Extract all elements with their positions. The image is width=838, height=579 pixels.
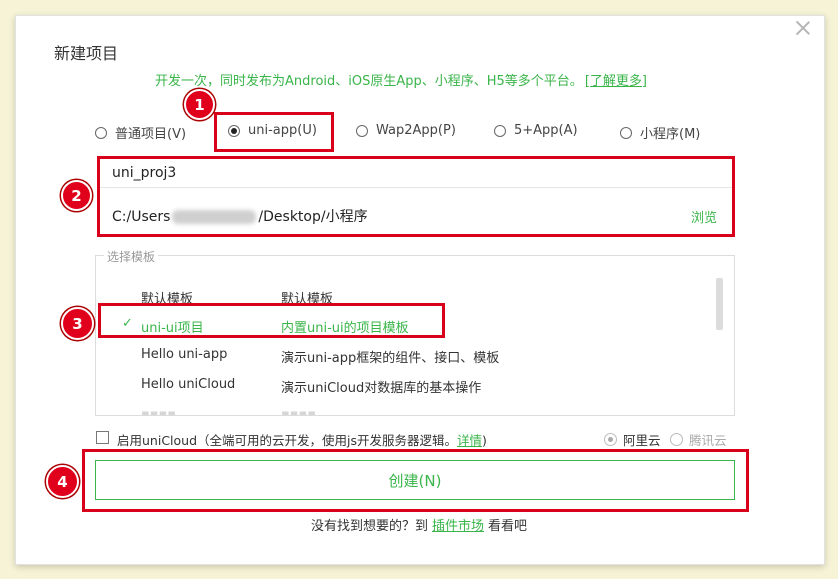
template-desc: 内置uni-ui的项目模板	[281, 321, 409, 336]
radio-circle-icon	[670, 433, 683, 446]
template-name: ▪▪▪▪	[141, 407, 177, 416]
blurred-username	[172, 210, 257, 224]
template-desc: 演示uniCloud对数据库的基本操作	[281, 381, 482, 396]
dialog-title: 新建项目	[54, 44, 119, 63]
radio-tencent-cloud[interactable]: 腾讯云	[670, 430, 727, 449]
radio-label: 小程序(M)	[640, 127, 701, 142]
radio-5plus-app[interactable]: 5+App(A)	[494, 123, 578, 138]
project-type-group: 普通项目(V) uni-app(U) Wap2App(P) 5+App(A) 小…	[0, 123, 838, 143]
annotation-badge-4: 4	[46, 465, 79, 498]
close-icon[interactable]	[795, 20, 811, 36]
template-name: uni-ui项目	[141, 321, 204, 336]
project-path-field[interactable]: C:/Users/Desktop/小程序 浏览	[98, 202, 733, 230]
radio-mini-program[interactable]: 小程序(M)	[620, 123, 700, 142]
template-desc: ▪▪▪▪	[281, 407, 317, 416]
unicloud-details-link[interactable]: 详情	[457, 433, 482, 448]
unicloud-row: 启用uniCloud（全端可用的云开发，使用js开发服务器逻辑。详情) 阿里云 …	[96, 430, 736, 448]
annotation-badge-3: 3	[61, 307, 94, 340]
template-desc: 演示uni-app框架的组件、接口、模板	[281, 351, 500, 366]
template-row-hello-unicloud[interactable]: Hello uniCloud 演示uniCloud对数据库的基本操作	[96, 373, 716, 397]
unicloud-label: 启用uniCloud（全端可用的云开发，使用js开发服务器逻辑。详情)	[117, 430, 487, 449]
radio-label: 5+App(A)	[514, 123, 578, 138]
radio-label: 普通项目(V)	[115, 127, 187, 142]
radio-label: uni-app(U)	[248, 123, 317, 138]
radio-aliyun[interactable]: 阿里云	[604, 430, 661, 449]
annotation-badge-2: 2	[61, 180, 92, 211]
radio-wap2app[interactable]: Wap2App(P)	[356, 123, 456, 138]
template-row-default[interactable]: 默认模板 默认模板	[96, 284, 716, 308]
template-list: 默认模板 默认模板 ✓ uni-ui项目 内置uni-ui的项目模板 Hello…	[95, 255, 735, 416]
create-button[interactable]: 创建(N)	[95, 460, 735, 500]
footer-prefix: 没有找到想要的？到	[310, 519, 428, 534]
path-prefix: C:/Users	[112, 209, 171, 225]
template-scrollbar[interactable]	[716, 278, 723, 330]
radio-circle-icon	[620, 126, 632, 139]
dialog-subtitle: 开发一次，同时发布为Android、iOS原生App、小程序、H5等多个平台。[…	[155, 70, 647, 89]
plugin-market-link[interactable]: 插件市场	[432, 519, 484, 534]
learn-more-link[interactable]: [了解更多]	[585, 74, 647, 89]
template-desc: 默认模板	[281, 292, 334, 307]
checkmark-icon: ✓	[122, 316, 133, 331]
unicloud-close-paren: )	[482, 433, 487, 448]
template-row-hello-uni-app[interactable]: Hello uni-app 演示uni-app框架的组件、接口、模板	[96, 343, 716, 367]
template-name: 默认模板	[141, 292, 194, 307]
template-legend: 选择模板	[104, 248, 159, 265]
radio-circle-icon	[356, 124, 368, 137]
radio-normal-project[interactable]: 普通项目(V)	[95, 123, 186, 142]
radio-label: 阿里云	[623, 433, 661, 448]
radio-label: Wap2App(P)	[376, 123, 456, 138]
footer-hint: 没有找到想要的？到 插件市场 看看吧	[0, 515, 838, 534]
template-row-uni-ui[interactable]: ✓ uni-ui项目 内置uni-ui的项目模板	[96, 313, 716, 337]
radio-uni-app[interactable]: uni-app(U)	[228, 123, 317, 138]
template-name: Hello uni-app	[141, 347, 228, 362]
footer-suffix: 看看吧	[488, 519, 528, 534]
path-suffix: /Desktop/小程序	[258, 209, 368, 225]
browse-button[interactable]: 浏览	[691, 207, 717, 226]
radio-label: 腾讯云	[689, 433, 727, 448]
annotation-badge-1: 1	[184, 89, 215, 120]
unicloud-label-text: 启用uniCloud（全端可用的云开发，使用js开发服务器逻辑。	[117, 433, 458, 448]
radio-circle-icon	[494, 124, 506, 137]
radio-circle-icon	[95, 126, 107, 139]
radio-circle-icon	[604, 433, 617, 446]
project-path-text: C:/Users/Desktop/小程序	[112, 206, 368, 226]
project-name-input[interactable]	[98, 158, 733, 188]
unicloud-checkbox[interactable]	[96, 431, 109, 444]
subtitle-text: 开发一次，同时发布为Android、iOS原生App、小程序、H5等多个平台。	[155, 74, 583, 89]
template-row-partial[interactable]: ▪▪▪▪ ▪▪▪▪	[96, 403, 716, 416]
template-name: Hello uniCloud	[141, 377, 236, 392]
radio-circle-icon	[228, 124, 240, 137]
